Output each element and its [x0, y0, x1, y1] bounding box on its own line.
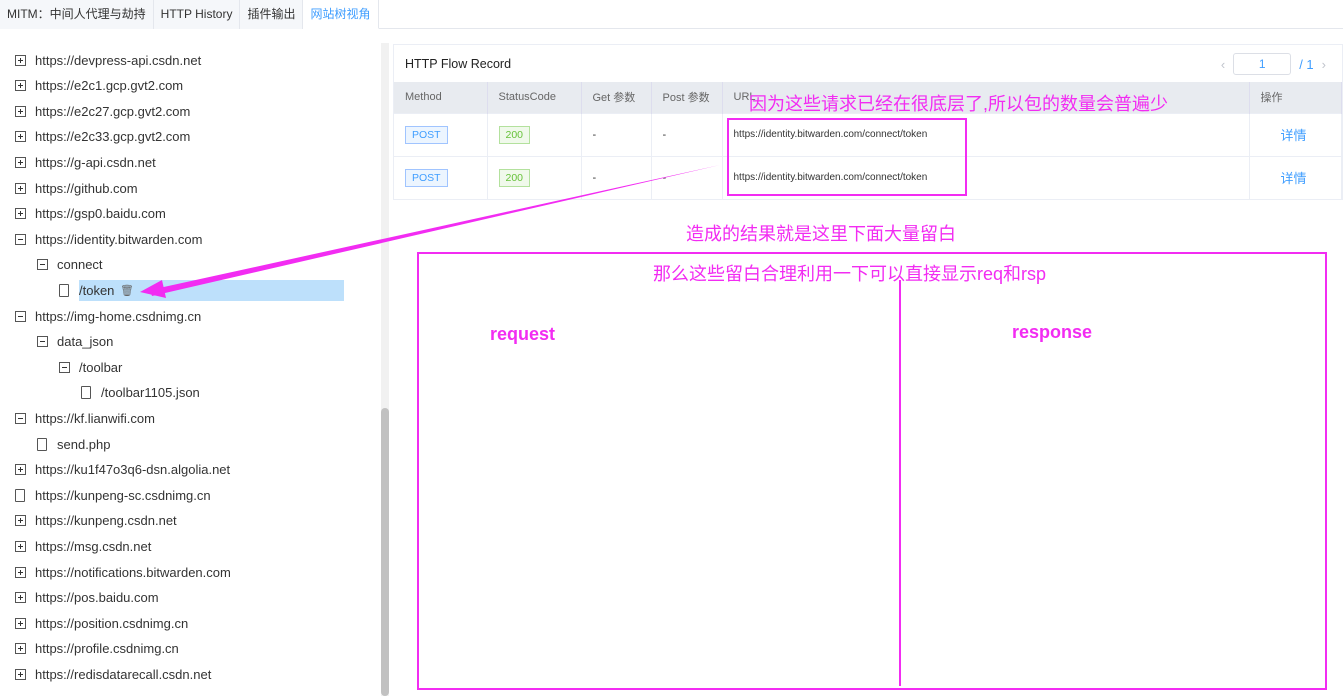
- annotation-arrow: [140, 165, 720, 298]
- arrow-shaft: [150, 165, 720, 296]
